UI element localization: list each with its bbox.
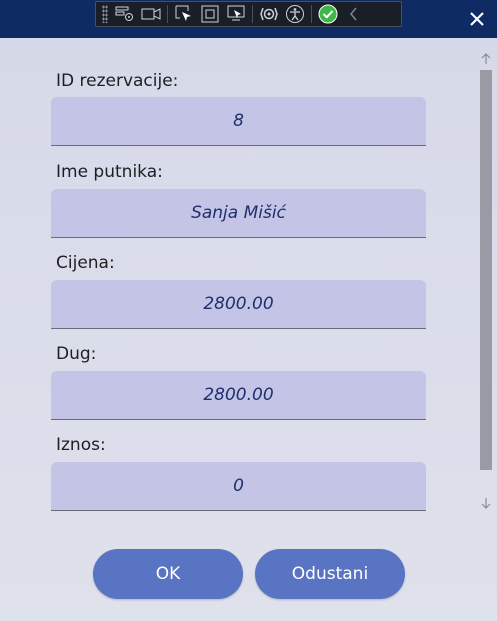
reservation-id-label: ID rezervacije: [56, 71, 179, 91]
select-element-icon[interactable] [112, 3, 138, 25]
title-bar [0, 0, 497, 38]
pointer-select-icon[interactable] [171, 3, 197, 25]
debt-label: Dug: [56, 344, 97, 364]
accessibility-icon[interactable] [282, 3, 308, 25]
layout-bounds-icon[interactable] [197, 3, 223, 25]
debug-toolbar [95, 1, 402, 27]
price-field[interactable]: 2800.00 [51, 280, 426, 329]
screen-select-icon[interactable] [223, 3, 249, 25]
passenger-name-label: Ime putnika: [56, 162, 163, 182]
check-icon[interactable] [315, 3, 341, 25]
cancel-button[interactable]: Odustani [255, 549, 405, 599]
scroll-down-arrow-icon[interactable] [479, 496, 493, 510]
close-icon[interactable] [467, 9, 487, 29]
reservation-id-field[interactable]: 8 [51, 97, 426, 146]
scroll-up-arrow-icon[interactable] [479, 52, 493, 66]
video-icon[interactable] [138, 3, 164, 25]
grip-handle[interactable] [102, 5, 108, 23]
debt-field[interactable]: 2800.00 [51, 371, 426, 420]
toolbar-separator [311, 5, 312, 23]
scroll-thumb[interactable] [480, 70, 492, 470]
hot-reload-icon[interactable] [256, 3, 282, 25]
toolbar-separator [167, 5, 168, 23]
passenger-name-field[interactable]: Sanja Mišić [51, 189, 426, 238]
toolbar-separator [252, 5, 253, 23]
collapse-icon[interactable] [341, 3, 367, 25]
ok-button[interactable]: OK [93, 549, 243, 599]
vertical-scrollbar[interactable] [479, 52, 493, 513]
price-label: Cijena: [56, 253, 115, 273]
amount-field[interactable]: 0 [51, 462, 426, 511]
amount-label: Iznos: [56, 435, 106, 455]
